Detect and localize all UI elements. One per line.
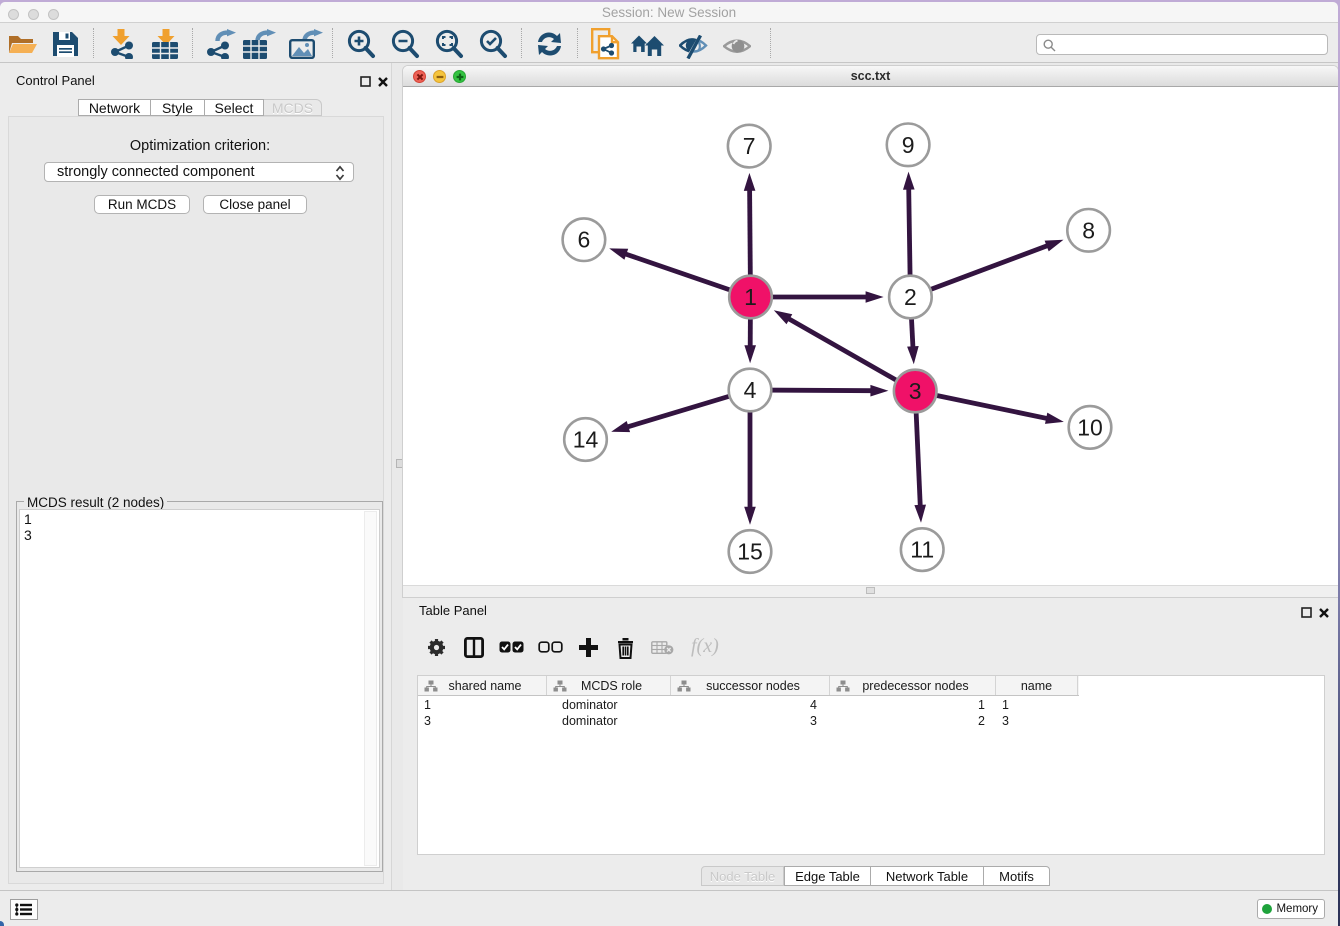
svg-text:8: 8 <box>1082 217 1095 243</box>
svg-text:11: 11 <box>910 537 934 563</box>
svg-text:2: 2 <box>904 284 917 310</box>
svg-text:14: 14 <box>573 427 599 453</box>
svg-text:1: 1 <box>744 284 757 310</box>
svg-text:4: 4 <box>744 377 757 403</box>
svg-text:15: 15 <box>737 539 763 565</box>
svg-text:10: 10 <box>1077 414 1103 440</box>
svg-text:7: 7 <box>743 133 756 159</box>
svg-text:9: 9 <box>902 132 915 158</box>
svg-text:3: 3 <box>909 378 922 404</box>
svg-text:6: 6 <box>578 227 591 253</box>
